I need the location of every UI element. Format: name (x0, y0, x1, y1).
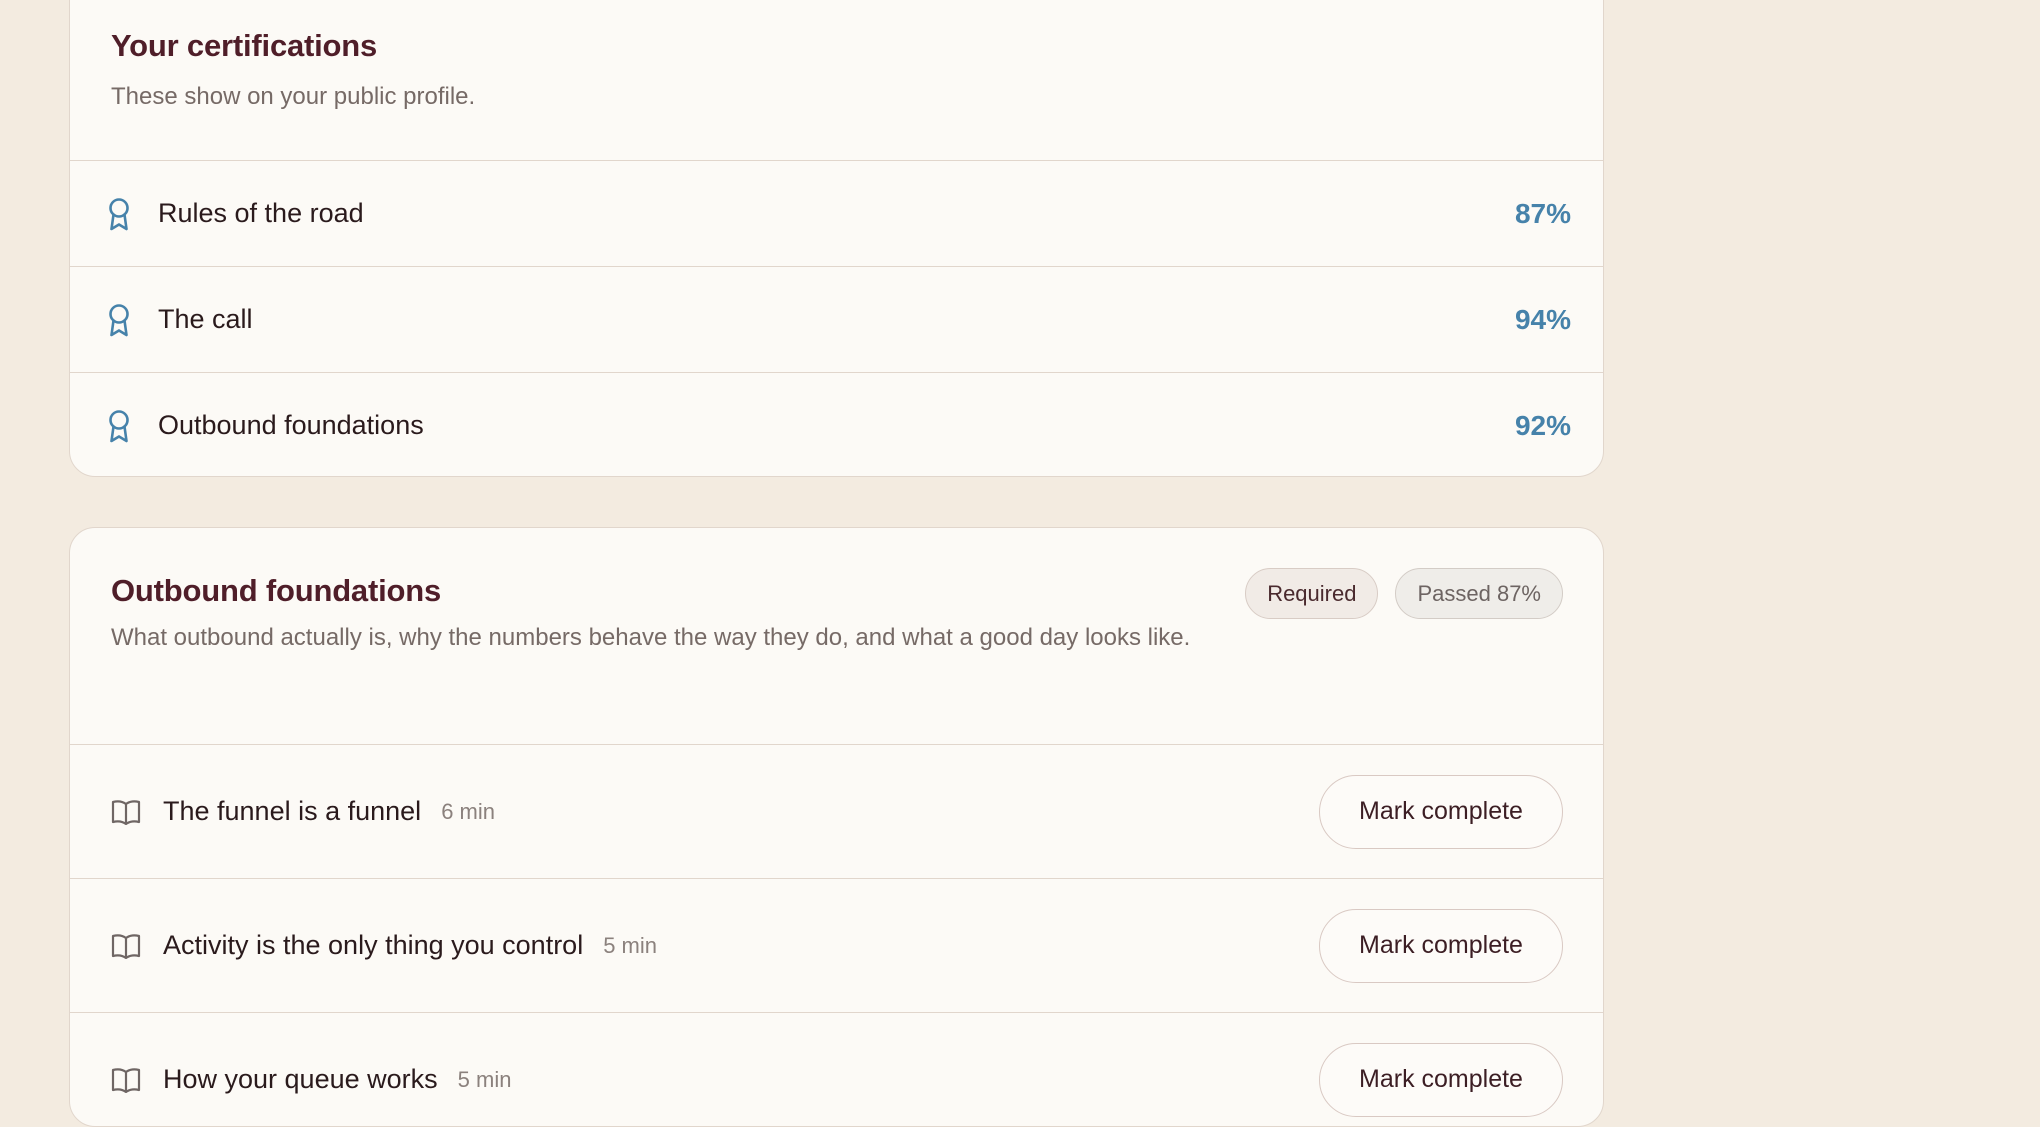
ribbon-award-icon (106, 303, 132, 337)
certification-score: 94% (1514, 303, 1571, 335)
open-book-icon (111, 799, 141, 825)
course-card: Outbound foundations What outbound actua… (69, 527, 1604, 1127)
mark-complete-button[interactable]: Mark complete (1319, 908, 1563, 983)
certification-label: The call (158, 304, 253, 334)
certifications-card: Your certifications These show on your p… (69, 0, 1604, 477)
ribbon-award-icon (106, 197, 132, 231)
passed-badge: Passed 87% (1395, 568, 1563, 619)
open-book-icon (111, 933, 141, 959)
mark-complete-button[interactable]: Mark complete (1319, 774, 1563, 849)
lesson-row: Activity is the only thing you control 5… (70, 878, 1603, 1012)
lesson-title: Activity is the only thing you control (163, 930, 584, 960)
certification-row[interactable]: Outbound foundations 92% (70, 372, 1603, 476)
lesson-duration: 5 min (603, 932, 657, 958)
lesson-row: How your queue works 5 min Mark complete (70, 1012, 1603, 1126)
certification-score: 92% (1514, 409, 1571, 441)
certification-label: Outbound foundations (158, 410, 424, 440)
lesson-row: The funnel is a funnel 6 min Mark comple… (70, 744, 1603, 878)
lesson-title: The funnel is a funnel (163, 796, 422, 826)
lesson-duration: 6 min (441, 798, 495, 824)
ribbon-award-icon (106, 409, 132, 443)
certifications-subtitle: These show on your public profile. (111, 83, 476, 111)
certification-row[interactable]: Rules of the road 87% (70, 160, 1603, 266)
certification-score: 87% (1514, 197, 1571, 229)
certification-label: Rules of the road (158, 198, 364, 228)
certification-row[interactable]: The call 94% (70, 266, 1603, 372)
certifications-title: Your certifications (111, 28, 378, 63)
required-badge: Required (1245, 568, 1379, 619)
certifications-header: Your certifications These show on your p… (70, 0, 1603, 160)
course-header: Outbound foundations What outbound actua… (70, 528, 1603, 744)
course-badges: Required Passed 87% (1245, 568, 1563, 619)
course-description: What outbound actually is, why the numbe… (111, 624, 1191, 652)
